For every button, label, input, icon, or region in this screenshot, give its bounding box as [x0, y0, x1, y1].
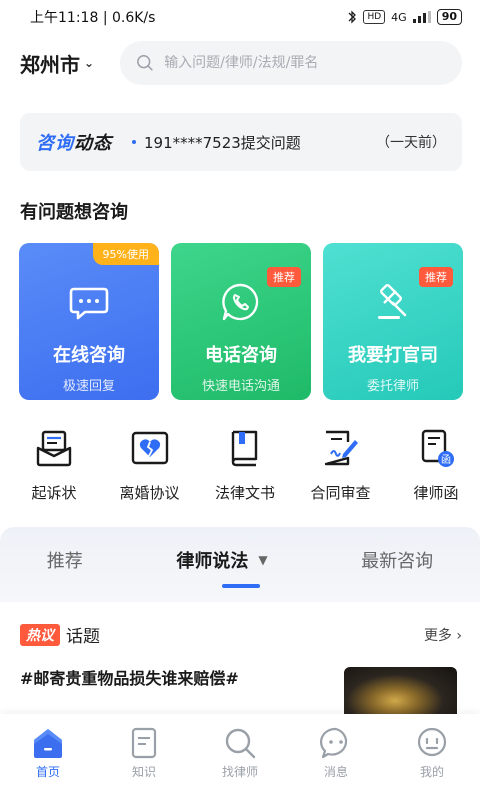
recommend-badge: 推荐: [267, 267, 301, 287]
tool-divorce-agreement[interactable]: 离婚协议: [106, 428, 194, 508]
consult-dynamic-banner[interactable]: 咨询动态 191****7523提交问题 （一天前）: [20, 113, 462, 171]
card-subtitle: 极速回复: [62, 379, 115, 394]
consult-cards: 95%使用 在线咨询 极速回复 推荐 电话咨询 快速电话沟通 推荐 我要打官司 …: [19, 243, 463, 400]
card-title: 在线咨询: [53, 345, 125, 366]
find-lawyer-icon: [225, 728, 256, 759]
tab-label: 推荐: [46, 551, 83, 572]
caret-down-icon: ▼: [258, 553, 268, 567]
nav-label: 首页: [35, 765, 60, 779]
dynamic-item: 191****7523提交问题: [132, 132, 301, 153]
tool-indictment[interactable]: 起诉状: [10, 428, 98, 508]
topic-item-title[interactable]: #邮寄贵重物品损失谁来赔偿#: [20, 665, 239, 689]
nav-label: 消息: [323, 765, 348, 779]
header: 郑州市 ⌄: [0, 40, 480, 86]
tool-legal-document[interactable]: 法律文书: [201, 428, 289, 508]
contract-review-icon: [324, 430, 358, 466]
dynamic-text: 191****7523提交问题: [144, 133, 301, 152]
tab-latest-consult[interactable]: 最新咨询: [361, 547, 433, 573]
logo-part-2: 动态: [74, 133, 112, 154]
legal-document-icon: [231, 430, 258, 467]
card-title: 电话咨询: [205, 345, 277, 366]
network-label: 4G: [391, 10, 407, 24]
profile-icon: [417, 727, 447, 757]
hd-badge: HD: [363, 10, 386, 24]
more-link[interactable]: 更多 ›: [424, 625, 462, 645]
knowledge-icon: [131, 727, 157, 759]
search-input[interactable]: [164, 55, 446, 71]
nav-label: 知识: [131, 765, 156, 779]
consult-dynamic-logo: 咨询动态: [36, 129, 112, 155]
tool-label: 离婚协议: [119, 484, 180, 502]
search-icon: [137, 54, 153, 71]
card-subtitle: 委托律师: [366, 379, 419, 394]
bottom-nav: 首页 知识 找律师 消息 我的: [0, 714, 480, 800]
card-title: 我要打官司: [348, 345, 438, 366]
hot-badge: 热议: [20, 623, 60, 646]
tab-label: 律师说法: [176, 551, 249, 572]
tab-lawyer-talk[interactable]: 律师说法 ▼: [176, 547, 267, 573]
search-bar[interactable]: [120, 41, 462, 85]
tool-label: 起诉状: [31, 484, 77, 502]
battery-indicator: 90: [436, 9, 462, 25]
bullet-icon: [132, 140, 136, 144]
tool-label: 合同审查: [310, 484, 371, 502]
city-label: 郑州市: [20, 52, 80, 77]
bluetooth-icon: [348, 10, 357, 24]
topic-header: 热议 话题 更多 ›: [20, 622, 462, 647]
nav-profile[interactable]: 我的: [392, 726, 472, 800]
dynamic-time: （一天前）: [376, 135, 446, 151]
indictment-icon: [36, 430, 72, 467]
logo-part-1: 咨询: [36, 133, 74, 154]
home-icon: [34, 729, 62, 758]
gavel-icon: [378, 284, 407, 319]
active-tab-indicator: [222, 584, 260, 588]
svg-text:函: 函: [441, 454, 451, 466]
tool-label: 律师函: [413, 484, 459, 502]
message-icon: [320, 727, 348, 759]
nav-home[interactable]: 首页: [8, 726, 88, 800]
status-speed: 0.6K/s: [111, 10, 156, 26]
content-tabs: 推荐 律师说法 ▼ 最新咨询: [0, 527, 480, 602]
status-time: 上午11:18: [30, 10, 99, 26]
tab-recommend[interactable]: 推荐: [47, 547, 83, 573]
online-consult-card[interactable]: 95%使用 在线咨询 极速回复: [19, 243, 159, 400]
status-right: HD 4G 90: [347, 9, 462, 25]
tab-label: 最新咨询: [361, 551, 434, 572]
nav-label: 找律师: [221, 765, 258, 779]
tool-contract-review[interactable]: 合同审查: [297, 428, 385, 508]
divorce-agreement-icon: [131, 431, 168, 465]
recommend-badge: 推荐: [419, 267, 453, 287]
topic-label: 话题: [66, 627, 100, 647]
nav-knowledge[interactable]: 知识: [104, 726, 184, 800]
nav-messages[interactable]: 消息: [296, 726, 376, 800]
city-selector[interactable]: 郑州市 ⌄: [20, 49, 120, 78]
status-bar: 上午11:18 | 0.6K/s HD 4G 90: [0, 0, 480, 34]
status-divider: |: [102, 10, 112, 26]
phone-consult-card[interactable]: 推荐 电话咨询 快速电话沟通: [171, 243, 311, 400]
signal-icon: [412, 11, 431, 23]
section-title: 有问题想咨询: [20, 202, 128, 223]
card-subtitle: 快速电话沟通: [201, 379, 280, 394]
tools-row: 起诉状 离婚协议 法律文书 合同审查 函 律师函: [10, 428, 480, 508]
status-left: 上午11:18 | 0.6K/s: [30, 7, 155, 27]
nav-find-lawyer[interactable]: 找律师: [200, 726, 280, 800]
usage-badge: 95%使用: [92, 243, 159, 265]
lawyer-letter-icon: 函: [421, 429, 454, 467]
tool-lawyer-letter[interactable]: 函 律师函: [392, 428, 480, 508]
chat-bubble-icon: [69, 287, 109, 320]
chevron-down-icon: ⌄: [84, 56, 95, 70]
phone-chat-icon: [222, 283, 259, 321]
lawsuit-card[interactable]: 推荐 我要打官司 委托律师: [323, 243, 463, 400]
tool-label: 法律文书: [214, 484, 275, 502]
nav-label: 我的: [419, 765, 444, 779]
